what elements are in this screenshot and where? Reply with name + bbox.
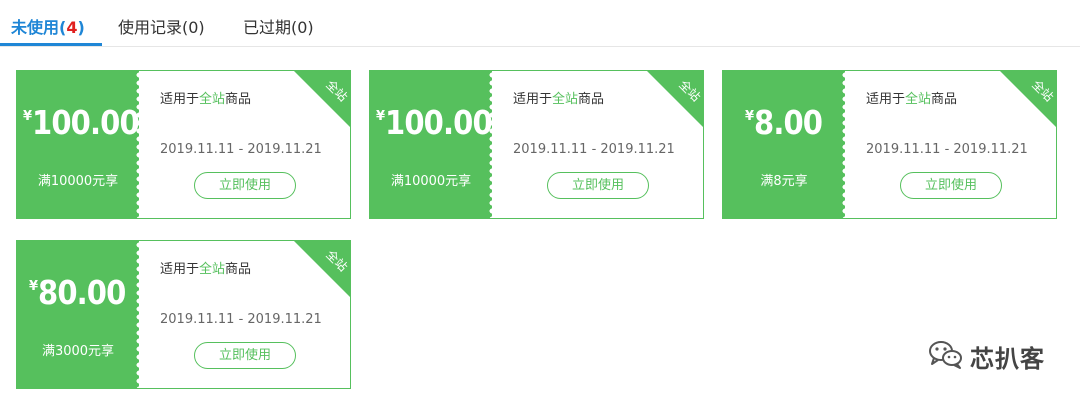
currency-symbol: ¥ [29,279,39,294]
scope-highlight: 全站 [552,92,579,107]
coupon-amount-value: 100.00 [385,103,493,142]
coupon-value-panel: ¥8.00 满8元享 [723,71,845,218]
coupon-card: ¥80.00 满3000元享 适用于全站商品 2019.11.11 - 2019… [16,240,351,389]
tab-unused-suffix: ) [77,18,85,37]
coupon-value-panel: ¥100.00 满10000元享 [370,71,493,218]
coupon-amount: ¥100.00 [23,103,140,142]
scope-prefix: 适用于 [513,92,553,107]
wechat-icon [928,339,964,373]
currency-symbol: ¥ [23,109,33,124]
coupon-value-panel: ¥100.00 满10000元享 [17,71,140,218]
scope-highlight: 全站 [199,92,226,107]
coupon-amount: ¥100.00 [376,103,493,142]
coupon-scope: 适用于全站商品 [513,88,604,107]
tab-usage-history[interactable]: 使用记录(0) [118,14,205,38]
coupon-tabs: 未使用(4) 使用记录(0) 已过期(0) [0,0,1080,47]
watermark-text: 芯扒客 [970,344,1045,373]
corner-ribbon: 全站 [999,71,1056,128]
coupon-amount-value: 8.00 [754,103,823,142]
coupon-validity-dates: 2019.11.11 - 2019.11.21 [513,142,675,157]
tab-unused-count: 4 [66,18,78,37]
tab-expired[interactable]: 已过期(0) [243,14,314,38]
coupon-condition: 满8元享 [760,174,808,189]
currency-symbol: ¥ [745,109,755,124]
perforation-edge [134,71,144,218]
coupon-condition: 满3000元享 [41,344,115,359]
coupon-card: ¥100.00 满10000元享 适用于全站商品 2019.11.11 - 20… [369,70,704,219]
scope-highlight: 全站 [905,92,932,107]
coupon-validity-dates: 2019.11.11 - 2019.11.21 [160,312,322,327]
use-now-button[interactable]: 立即使用 [900,172,1002,199]
perforation-edge [134,241,144,388]
corner-ribbon: 全站 [293,71,350,128]
coupon-amount-value: 100.00 [32,103,140,142]
coupon-value-panel: ¥80.00 满3000元享 [17,241,139,388]
coupon-card: ¥8.00 满8元享 适用于全站商品 2019.11.11 - 2019.11.… [722,70,1057,219]
coupon-condition: 满10000元享 [37,174,119,189]
use-now-button[interactable]: 立即使用 [194,342,296,369]
scope-suffix: 商品 [578,92,605,107]
perforation-edge [840,71,850,218]
coupon-scope: 适用于全站商品 [866,88,957,107]
active-tab-indicator [0,43,102,46]
coupon-amount-value: 80.00 [38,273,126,312]
scope-prefix: 适用于 [160,262,200,277]
scope-highlight: 全站 [199,262,226,277]
coupon-validity-dates: 2019.11.11 - 2019.11.21 [866,142,1028,157]
perforation-edge [487,71,497,218]
corner-ribbon: 全站 [293,241,350,298]
scope-suffix: 商品 [225,262,252,277]
coupon-amount: ¥80.00 [29,273,145,312]
scope-prefix: 适用于 [866,92,906,107]
corner-ribbon: 全站 [646,71,703,128]
coupon-validity-dates: 2019.11.11 - 2019.11.21 [160,142,322,157]
coupon-condition: 满10000元享 [390,174,472,189]
scope-suffix: 商品 [931,92,958,107]
watermark: 芯扒客 [928,339,1045,373]
use-now-button[interactable]: 立即使用 [194,172,296,199]
tab-unused[interactable]: 未使用(4) [11,14,85,38]
scope-prefix: 适用于 [160,92,200,107]
coupon-card: ¥100.00 满10000元享 适用于全站商品 2019.11.11 - 20… [16,70,351,219]
coupon-scope: 适用于全站商品 [160,88,251,107]
currency-symbol: ¥ [376,109,386,124]
use-now-button[interactable]: 立即使用 [547,172,649,199]
tab-unused-label: 未使用( [11,18,67,37]
scope-suffix: 商品 [225,92,252,107]
coupon-scope: 适用于全站商品 [160,258,251,277]
